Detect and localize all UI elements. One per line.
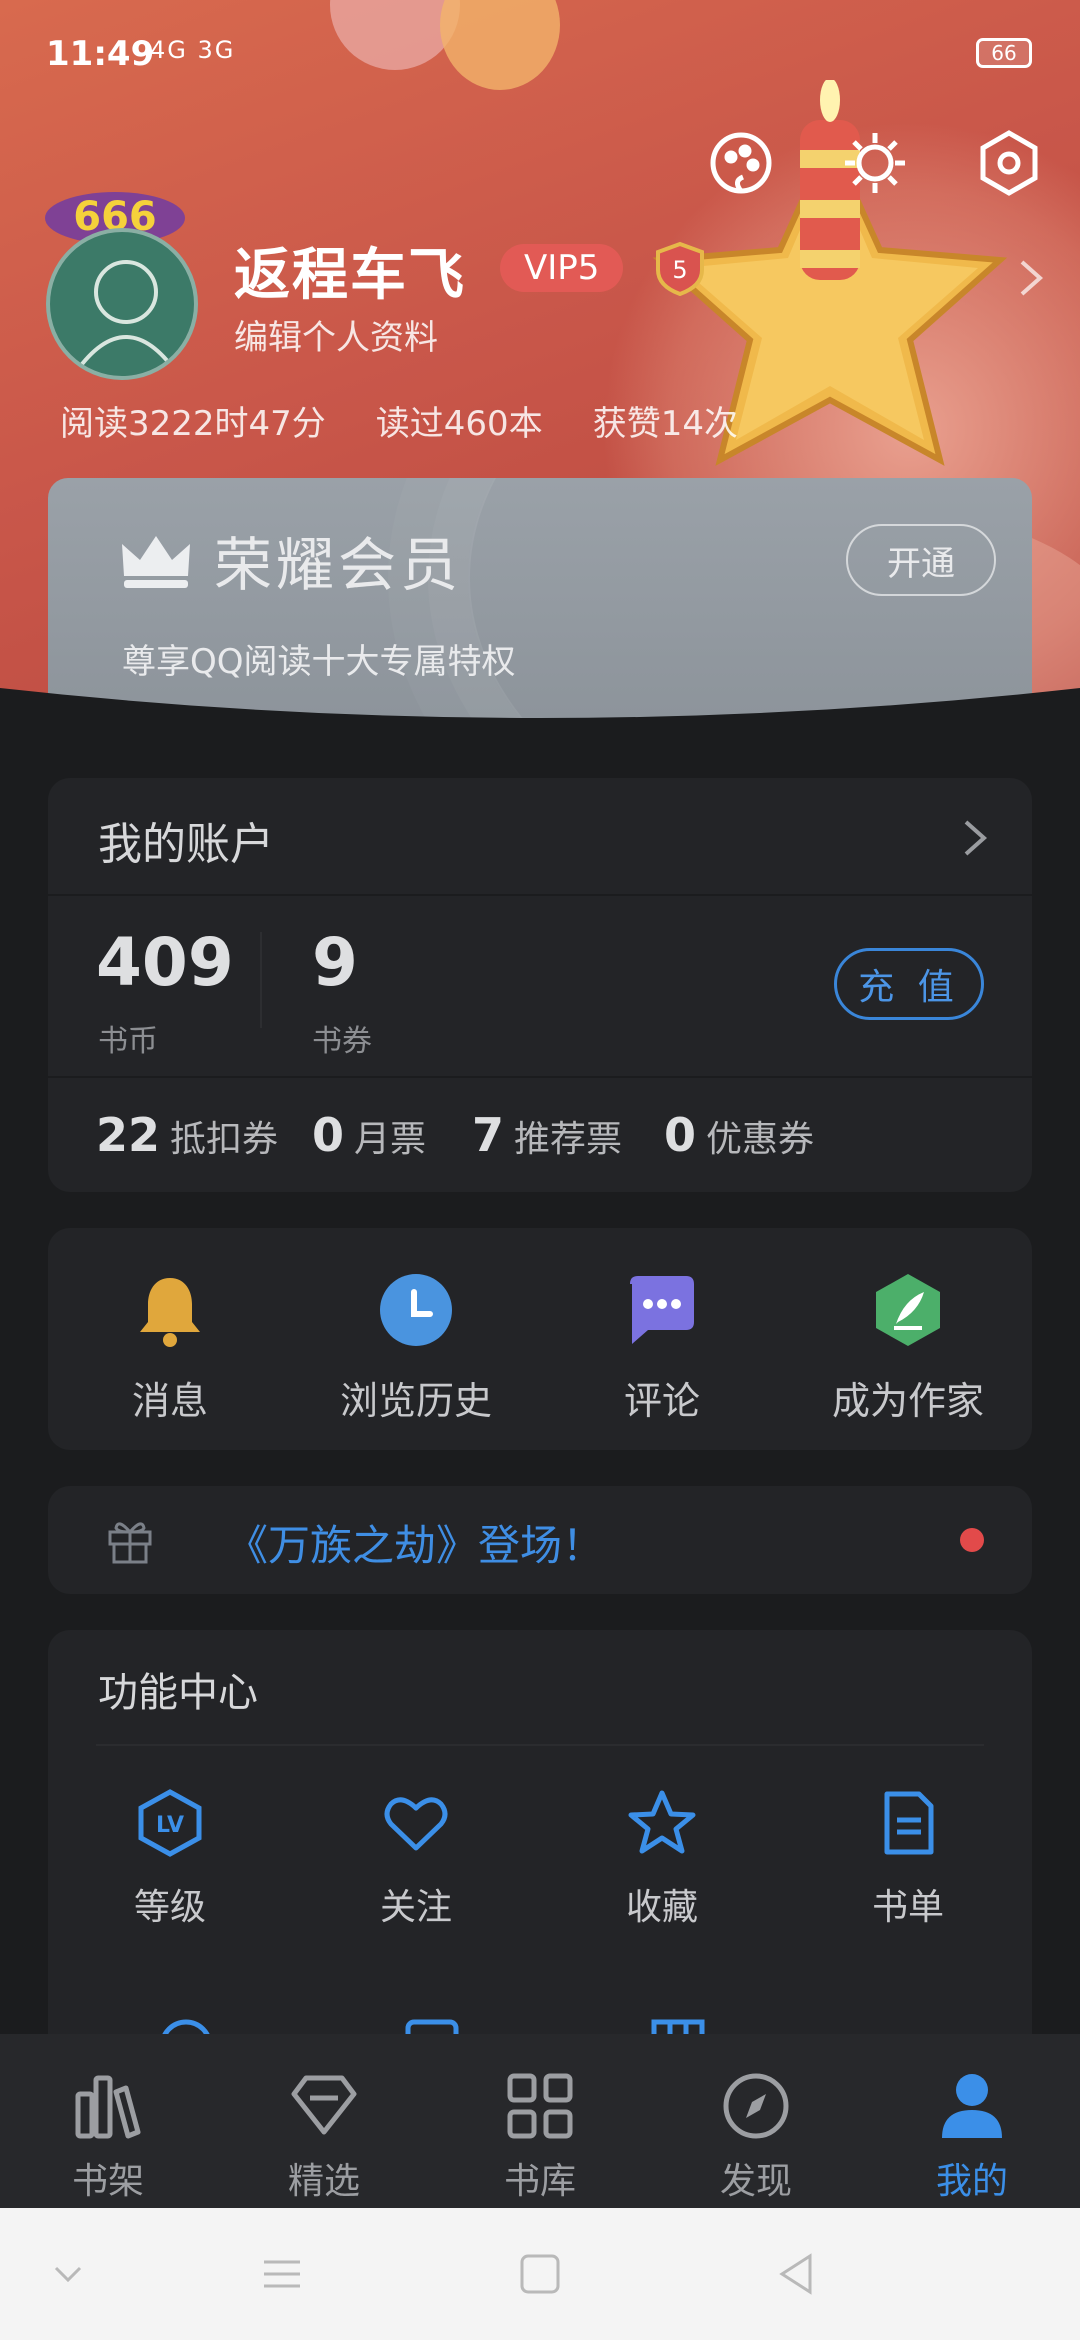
promo-banner[interactable]: 《万族之劫》登场！	[48, 1486, 1032, 1594]
svg-text:LV: LV	[156, 1813, 184, 1838]
avatar[interactable]	[46, 228, 198, 380]
profile-banner: 11:49 4G 3G 66 666 返程车飞 VIP5 5 编辑个人资料 阅读…	[0, 0, 1080, 720]
unread-dot	[960, 1528, 984, 1552]
quick-actions: 消息 浏览历史 评论 成为作家	[48, 1228, 1032, 1450]
quick-history[interactable]: 浏览历史	[316, 1270, 516, 1425]
brightness-icon[interactable]	[832, 120, 918, 206]
comment-icon	[630, 1276, 694, 1344]
ticket-coupon[interactable]: 0 优惠券	[664, 1108, 814, 1162]
header-actions	[698, 120, 1052, 206]
status-time: 11:49	[46, 34, 155, 74]
system-navigation-bar	[0, 2208, 1080, 2340]
function-follow[interactable]: 关注	[316, 1788, 516, 1930]
promo-text: 《万族之劫》登场！	[226, 1521, 605, 1570]
coins-value[interactable]: 409	[96, 924, 234, 1001]
function-collect[interactable]: 收藏	[562, 1788, 762, 1930]
chevron-right-icon[interactable]	[1016, 258, 1046, 298]
tab-library[interactable]: 书库	[470, 2068, 610, 2204]
compass-icon	[723, 2073, 789, 2139]
theme-palette-icon[interactable]	[698, 120, 784, 206]
heart-icon	[384, 1797, 448, 1851]
vouchers-label: 书券	[312, 1024, 372, 1059]
username[interactable]: 返程车飞	[234, 230, 466, 311]
reading-stats: 阅读3222时47分 读过460本 获赞14次	[60, 396, 738, 445]
account-title: 我的账户	[98, 819, 274, 870]
level-shield-icon: 5	[656, 241, 704, 296]
svg-text:5: 5	[672, 256, 687, 284]
function-center: 功能中心 LV 等级 关注 收藏 书单	[48, 1630, 1032, 2073]
quick-messages[interactable]: 消息	[70, 1270, 270, 1425]
status-bar: 11:49 4G 3G 66	[0, 0, 1080, 110]
member-title: 荣耀会员	[214, 531, 463, 599]
function-booklist[interactable]: 书单	[808, 1788, 1008, 1930]
tab-mine[interactable]: 我的	[902, 2068, 1042, 2204]
home-icon[interactable]	[518, 2252, 562, 2296]
vip-badge[interactable]: VIP5	[500, 244, 624, 292]
open-member-button[interactable]: 开通	[846, 524, 996, 596]
bell-icon	[140, 1278, 200, 1347]
crown-icon	[122, 536, 190, 588]
clock-icon	[380, 1274, 452, 1346]
function-level[interactable]: LV 等级	[70, 1788, 270, 1930]
ticket-deduction[interactable]: 22 抵扣券	[96, 1108, 278, 1162]
diamond-icon	[291, 2075, 357, 2135]
grid-icon	[507, 2073, 573, 2139]
account-card: 我的账户 409 书币 9 书券 充 值 22 抵扣券 0 月票 7 推荐票 0 优惠券	[48, 778, 1032, 1192]
quick-comments[interactable]: 评论	[562, 1270, 762, 1425]
pen-icon	[876, 1274, 940, 1346]
chevron-down-icon[interactable]	[46, 2252, 90, 2296]
recharge-button[interactable]: 充 值	[834, 948, 984, 1020]
vouchers-value[interactable]: 9	[312, 924, 358, 1001]
gift-icon	[108, 1522, 152, 1564]
star-icon	[628, 1790, 696, 1854]
tab-discover[interactable]: 发现	[686, 2068, 826, 2204]
settings-icon[interactable]	[966, 120, 1052, 206]
user-icon	[942, 2074, 1002, 2138]
ticket-monthly[interactable]: 0 月票	[312, 1108, 426, 1162]
ticket-recommend[interactable]: 7 推荐票	[472, 1108, 622, 1162]
bottom-tab-bar: 书架 精选 书库 发现 我的	[0, 2034, 1080, 2208]
edit-profile-link[interactable]: 编辑个人资料	[234, 310, 438, 359]
back-icon[interactable]	[774, 2252, 818, 2296]
function-center-title: 功能中心	[98, 1670, 258, 1716]
quick-become-writer[interactable]: 成为作家	[808, 1270, 1008, 1425]
member-subtitle: 尊享QQ阅读十大专属特权	[122, 642, 516, 682]
network-indicator: 4G 3G	[150, 36, 236, 64]
stat-books-read[interactable]: 读过460本	[376, 396, 543, 445]
tab-bookshelf[interactable]: 书架	[38, 2068, 178, 2204]
chevron-right-icon	[964, 820, 988, 856]
menu-icon[interactable]	[260, 2252, 304, 2296]
stat-likes[interactable]: 获赞14次	[593, 396, 738, 445]
coins-label: 书币	[98, 1024, 158, 1059]
stat-reading-time[interactable]: 阅读3222时47分	[60, 396, 326, 445]
account-header[interactable]: 我的账户	[48, 778, 1032, 896]
bookshelf-icon	[75, 2075, 141, 2139]
booklist-icon	[884, 1791, 934, 1855]
header-curve	[0, 688, 1080, 778]
level-icon: LV	[138, 1789, 202, 1857]
tab-featured[interactable]: 精选	[254, 2068, 394, 2204]
member-card[interactable]: 荣耀会员 尊享QQ阅读十大专属特权 开通	[48, 478, 1032, 718]
battery-icon: 66	[976, 38, 1032, 68]
